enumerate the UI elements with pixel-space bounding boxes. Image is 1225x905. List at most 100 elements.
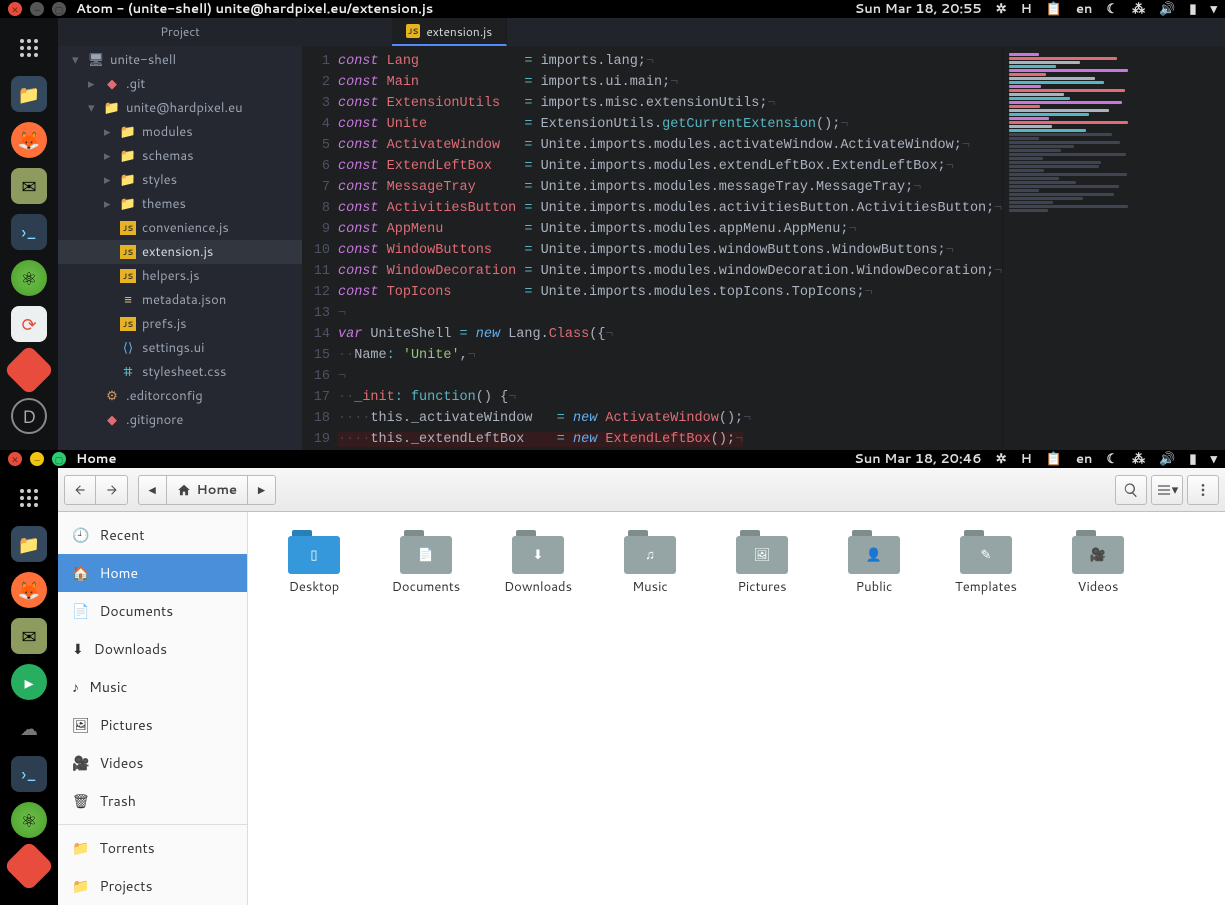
activities-icon[interactable]: [11, 480, 47, 516]
app-icon[interactable]: ✉: [11, 618, 47, 654]
battery-icon[interactable]: ▮: [1189, 450, 1196, 468]
code-area[interactable]: 12345678910111213141516171819 const Lang…: [302, 46, 1225, 450]
sidebar-item-home[interactable]: 🏠Home: [58, 554, 247, 592]
tree-file-active[interactable]: JSextension.js: [58, 240, 302, 264]
settings-icon[interactable]: ✲: [996, 450, 1007, 468]
update-icon[interactable]: ⟳: [11, 306, 47, 342]
close-button[interactable]: ✕: [8, 2, 22, 16]
tree-folder[interactable]: ▸📁themes: [58, 192, 302, 216]
editor-tab[interactable]: JS extension.js: [392, 18, 507, 46]
tree-root[interactable]: ▾🖥unite-shell: [58, 48, 302, 72]
files-app-icon[interactable]: 📁: [11, 76, 47, 112]
folder-icon: ⬇: [512, 530, 564, 574]
files-topbar: ✕ – ▢ Home Sun Mar 18, 20:46 ✲ H 📋 en ☾ …: [0, 450, 1225, 468]
sidebar-item-pictures[interactable]: 🖼Pictures: [58, 706, 247, 744]
disk-icon[interactable]: H: [1021, 450, 1032, 468]
locale-indicator[interactable]: en: [1076, 450, 1092, 468]
terminal-icon[interactable]: ›_: [11, 756, 47, 792]
sidebar-item-recent[interactable]: 🕘Recent: [58, 516, 247, 554]
tree-folder[interactable]: ▸📁modules: [58, 120, 302, 144]
activities-icon[interactable]: [11, 30, 47, 66]
nightlight-icon[interactable]: ☾: [1106, 0, 1118, 18]
sidebar-item-documents[interactable]: 📄Documents: [58, 592, 247, 630]
tree-file[interactable]: JSprefs.js: [58, 312, 302, 336]
volume-icon[interactable]: 🔊: [1159, 0, 1175, 18]
clipboard-icon[interactable]: 📋: [1046, 450, 1062, 468]
nightlight-icon[interactable]: ☾: [1106, 450, 1118, 468]
nav-buttons: [64, 475, 128, 505]
tree-file[interactable]: JShelpers.js: [58, 264, 302, 288]
tree-file[interactable]: #stylesheet.css: [58, 360, 302, 384]
tree-folder[interactable]: ▸📁styles: [58, 168, 302, 192]
path-left[interactable]: ◂: [138, 475, 167, 505]
tree-file[interactable]: JSconvenience.js: [58, 216, 302, 240]
folder-documents[interactable]: 📄Documents: [370, 530, 482, 596]
path-home[interactable]: Home: [167, 475, 249, 505]
minimize-button[interactable]: –: [30, 2, 44, 16]
folder-music[interactable]: ♫Music: [594, 530, 706, 596]
firefox-icon[interactable]: 🦊: [11, 122, 47, 158]
sidebar-item-downloads[interactable]: ⬇Downloads: [58, 630, 247, 668]
d-app-icon[interactable]: D: [11, 398, 47, 434]
files-app-icon[interactable]: 📁: [11, 526, 47, 562]
sidebar-item-videos[interactable]: 🎥Videos: [58, 744, 247, 782]
minimap[interactable]: [1002, 46, 1152, 450]
maximize-button[interactable]: ▢: [52, 2, 66, 16]
minimize-button[interactable]: –: [30, 452, 44, 466]
file-tree[interactable]: ▾🖥unite-shell ▸◆.git ▾📁unite@hardpixel.e…: [58, 46, 302, 450]
view-toggle-button[interactable]: ▾: [1151, 475, 1183, 505]
tree-file[interactable]: ◆.gitignore: [58, 408, 302, 432]
folder-desktop[interactable]: ▯Desktop: [258, 530, 370, 596]
media-app-icon[interactable]: ▸: [11, 664, 47, 700]
code-text[interactable]: const Lang = imports.lang;¬ const Main =…: [338, 46, 1002, 450]
path-right[interactable]: ▸: [248, 475, 276, 505]
home-icon: [177, 483, 191, 497]
firefox-icon[interactable]: 🦊: [11, 572, 47, 608]
folder-label: Music: [632, 578, 668, 596]
tree-folder[interactable]: ▾📁unite@hardpixel.eu: [58, 96, 302, 120]
tree-folder[interactable]: ▸◆.git: [58, 72, 302, 96]
volume-icon[interactable]: 🔊: [1159, 450, 1175, 468]
git-icon[interactable]: [4, 841, 55, 892]
app-icon-grey[interactable]: ☁: [11, 710, 47, 746]
atom-app-icon[interactable]: ⚛: [11, 802, 47, 838]
folder-downloads[interactable]: ⬇Downloads: [482, 530, 594, 596]
sidebar-item-music[interactable]: ♪Music: [58, 668, 247, 706]
folder-label: Documents: [392, 578, 461, 596]
files-grid[interactable]: ▯Desktop📄Documents⬇Downloads♫Music🖼Pictu…: [248, 512, 1225, 905]
maximize-button[interactable]: ▢: [52, 452, 66, 466]
wifi-icon[interactable]: ⁂: [1132, 0, 1145, 18]
forward-button[interactable]: [96, 475, 128, 505]
folder-templates[interactable]: ✎Templates: [930, 530, 1042, 596]
settings-icon[interactable]: ✲: [996, 0, 1007, 18]
chevron-down-icon[interactable]: ▾: [1210, 0, 1217, 18]
panel-datetime[interactable]: Sun Mar 18, 20:55: [855, 0, 982, 18]
path-bar: ◂ Home ▸: [138, 475, 276, 505]
tree-file[interactable]: ⚙.editorconfig: [58, 384, 302, 408]
tree-file[interactable]: ≡metadata.json: [58, 288, 302, 312]
clipboard-icon[interactable]: 📋: [1046, 0, 1062, 18]
locale-indicator[interactable]: en: [1076, 0, 1092, 18]
app-icon[interactable]: ✉: [11, 168, 47, 204]
panel-datetime[interactable]: Sun Mar 18, 20:46: [854, 450, 982, 468]
sidebar-item-torrents[interactable]: 📁Torrents: [58, 829, 247, 867]
search-button[interactable]: [1115, 475, 1147, 505]
sidebar-item-trash[interactable]: 🗑Trash: [58, 782, 247, 820]
folder-label: Videos: [1078, 578, 1119, 596]
battery-icon[interactable]: ▮: [1189, 0, 1196, 18]
tree-file[interactable]: ⟨⟩settings.ui: [58, 336, 302, 360]
atom-app-icon[interactable]: ⚛: [11, 260, 47, 296]
folder-pictures[interactable]: 🖼Pictures: [706, 530, 818, 596]
tree-folder[interactable]: ▸📁schemas: [58, 144, 302, 168]
close-button[interactable]: ✕: [8, 452, 22, 466]
git-icon[interactable]: [4, 345, 55, 396]
terminal-icon[interactable]: ›_: [11, 214, 47, 250]
chevron-down-icon[interactable]: ▾: [1210, 450, 1217, 468]
folder-public[interactable]: 👤Public: [818, 530, 930, 596]
back-button[interactable]: [64, 475, 96, 505]
folder-videos[interactable]: 🎥Videos: [1042, 530, 1154, 596]
sidebar-item-projects[interactable]: 📁Projects: [58, 867, 247, 905]
disk-icon[interactable]: H: [1021, 0, 1032, 18]
menu-button[interactable]: [1187, 475, 1219, 505]
wifi-icon[interactable]: ⁂: [1132, 450, 1145, 468]
